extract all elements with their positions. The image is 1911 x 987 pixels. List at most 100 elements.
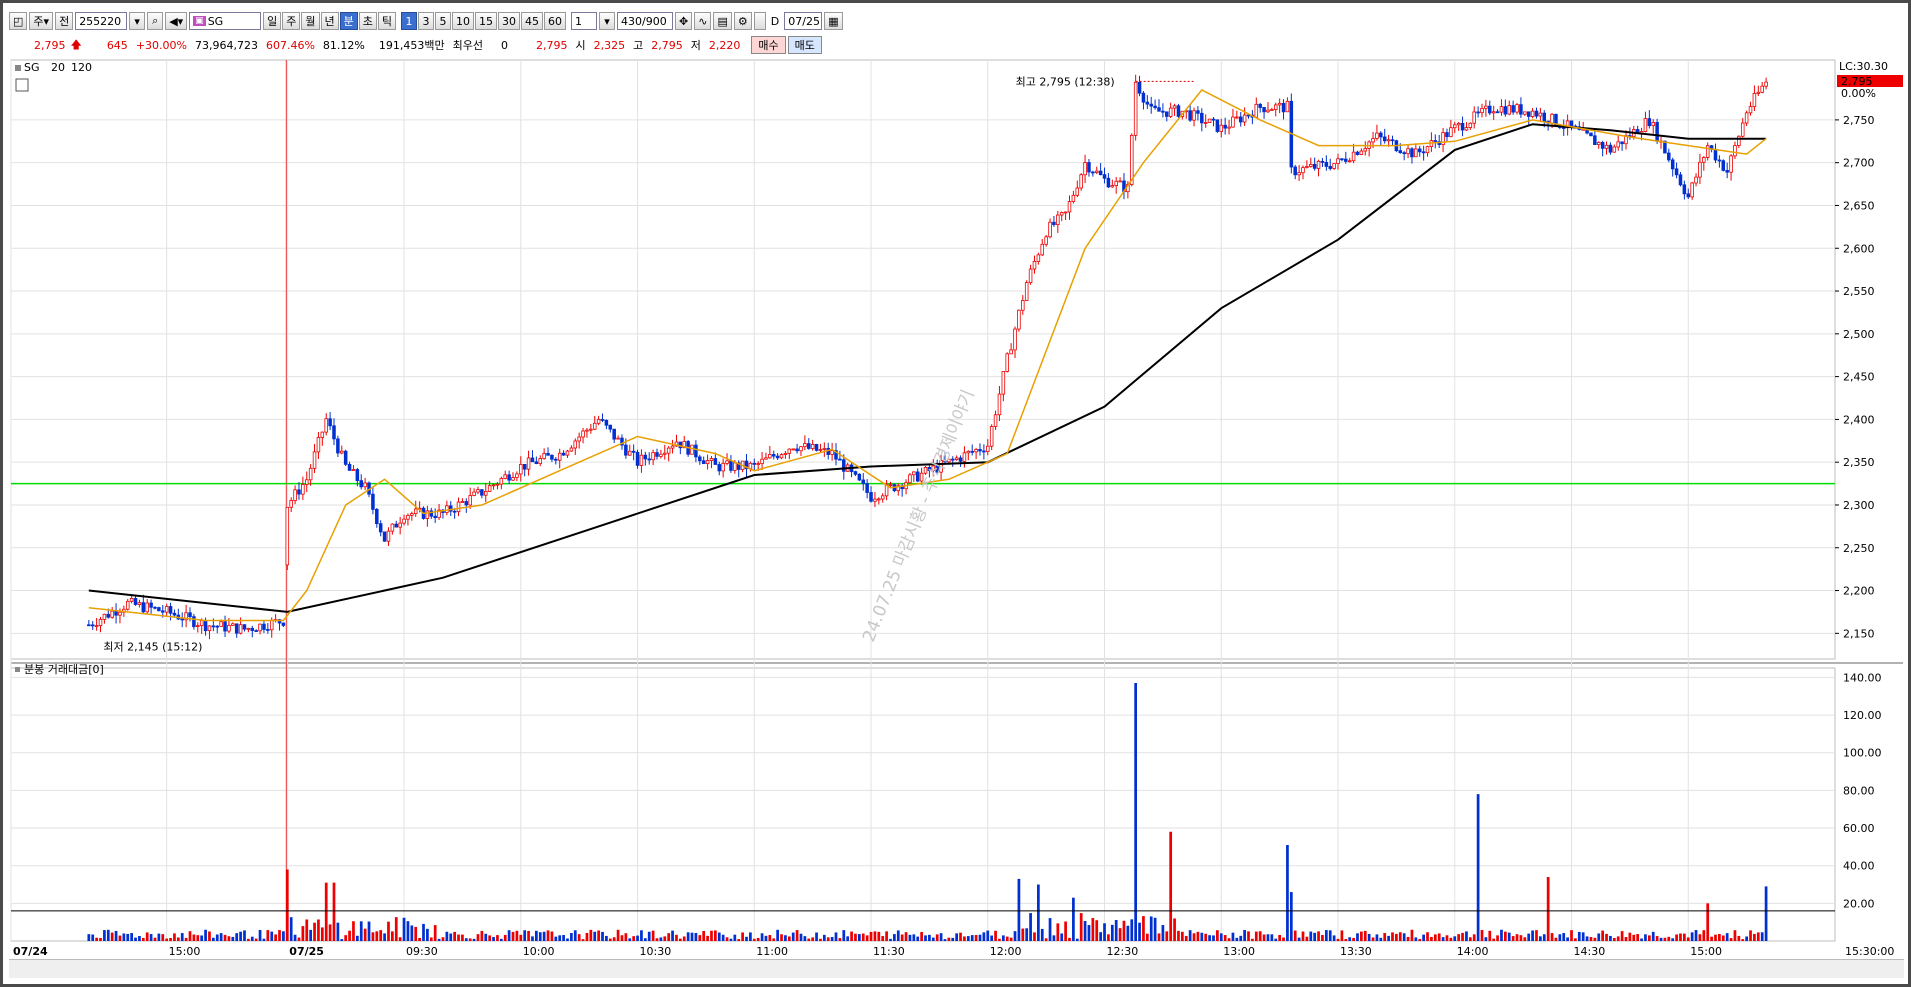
- candle-body: [1406, 148, 1410, 155]
- candle-body: [137, 602, 142, 605]
- candle-body: [1507, 105, 1512, 115]
- candle-body: [561, 452, 566, 456]
- candle-body: [842, 459, 846, 472]
- candle-body: [153, 606, 157, 609]
- candle-body: [577, 436, 581, 442]
- candle-body: [1098, 170, 1103, 176]
- candle-body: [627, 450, 632, 456]
- candle-body: [1495, 111, 1500, 114]
- candle-body: [810, 444, 815, 449]
- candle-body: [647, 458, 651, 461]
- candle-body: [1764, 81, 1768, 87]
- candle-body: [1277, 102, 1282, 106]
- candle-body: [1359, 150, 1364, 155]
- candle-body: [1340, 158, 1344, 161]
- axes: 2,150 2,200 2,250 2,300 2,350 2,400 2,450 2,500…: [13, 114, 1894, 958]
- candle-body: [129, 598, 134, 602]
- candle-body: [1079, 174, 1083, 189]
- candle-body: [196, 625, 200, 628]
- candle-body: [394, 523, 399, 528]
- candle-body: [1744, 112, 1749, 124]
- candle-body: [199, 620, 204, 627]
- candle-body: [215, 625, 220, 628]
- candle-body: [1491, 111, 1496, 114]
- moving-averages: [88, 89, 1767, 622]
- candle-body: [289, 500, 293, 508]
- candle-body: [1449, 127, 1453, 138]
- candle-body: [1157, 107, 1161, 112]
- candle-body: [114, 610, 118, 616]
- candle-body: [1071, 194, 1076, 203]
- candle-body: [974, 449, 978, 453]
- scroll-bar[interactable]: [9, 959, 1904, 978]
- candle-body: [538, 458, 543, 465]
- pct-box-label: 0.00%: [1841, 87, 1876, 100]
- volume-tick-label: 40.00: [1843, 860, 1875, 873]
- candle-body: [1678, 174, 1683, 186]
- lc-label: LC:30.30: [1839, 60, 1888, 73]
- candle-body: [1344, 158, 1348, 162]
- candle-body: [1756, 91, 1761, 94]
- candle-body: [1021, 300, 1025, 311]
- candle-body: [98, 619, 103, 626]
- candle-body: [639, 454, 644, 466]
- candle-body: [402, 518, 406, 524]
- stock-chart[interactable]: 2,150 2,200 2,250 2,300 2,350 2,400 2,450 2,500…: [3, 3, 1908, 984]
- candle-body: [231, 623, 235, 626]
- candle-body: [1616, 141, 1620, 148]
- candle-body: [635, 451, 640, 466]
- candle-body: [1690, 182, 1694, 198]
- candle-body: [172, 612, 177, 616]
- legend-marker-icon: [15, 65, 21, 71]
- candle-body: [118, 611, 122, 616]
- candle-body: [145, 602, 149, 613]
- candle-body: [262, 623, 266, 630]
- candle-body: [958, 457, 963, 462]
- legend-name: SG: [24, 61, 40, 74]
- candle-body: [1417, 148, 1422, 153]
- candle-body: [1733, 145, 1737, 157]
- candle-body: [133, 598, 138, 605]
- candle-body: [519, 464, 523, 475]
- candle-body: [192, 616, 196, 628]
- candle-body: [1110, 185, 1115, 188]
- candle-body: [589, 428, 593, 431]
- candle-body: [328, 418, 332, 427]
- candle-body: [472, 491, 476, 496]
- candle-body: [651, 452, 655, 461]
- time-tick-label: 07/25: [289, 945, 324, 958]
- price-tick-label: 2,650: [1843, 199, 1875, 212]
- candle-body: [1063, 211, 1068, 214]
- candle-body: [624, 444, 628, 456]
- candle-body: [1414, 148, 1418, 158]
- candle-body: [378, 523, 383, 533]
- candle-body: [1569, 120, 1574, 127]
- candle-body: [332, 425, 336, 440]
- candle-body: [347, 463, 352, 471]
- candle-body: [1211, 118, 1216, 121]
- legend-ma-long: 120: [71, 61, 92, 74]
- candle-body: [954, 457, 959, 460]
- candle-body: [554, 458, 558, 461]
- candle-body: [1328, 166, 1332, 169]
- candle-body: [355, 469, 360, 482]
- candle-body: [616, 437, 620, 440]
- candle-body: [312, 451, 317, 469]
- candle-body: [1480, 107, 1484, 114]
- candle-body: [445, 505, 449, 513]
- candle-body: [1102, 174, 1107, 179]
- candle-body: [1612, 146, 1617, 153]
- candle-body: [491, 484, 496, 487]
- candle-body: [1332, 163, 1336, 169]
- candle-body: [382, 531, 387, 542]
- candle-body: [752, 462, 757, 465]
- candle-body: [141, 602, 146, 613]
- candle-body: [1530, 110, 1535, 117]
- candle-body: [764, 457, 768, 460]
- candle-body: [1083, 162, 1087, 176]
- volume-tick-label: 120.00: [1843, 709, 1882, 722]
- candle-body: [1445, 132, 1449, 138]
- candle-body: [1589, 132, 1593, 137]
- candle-body: [721, 462, 725, 472]
- candle-body: [1052, 221, 1056, 225]
